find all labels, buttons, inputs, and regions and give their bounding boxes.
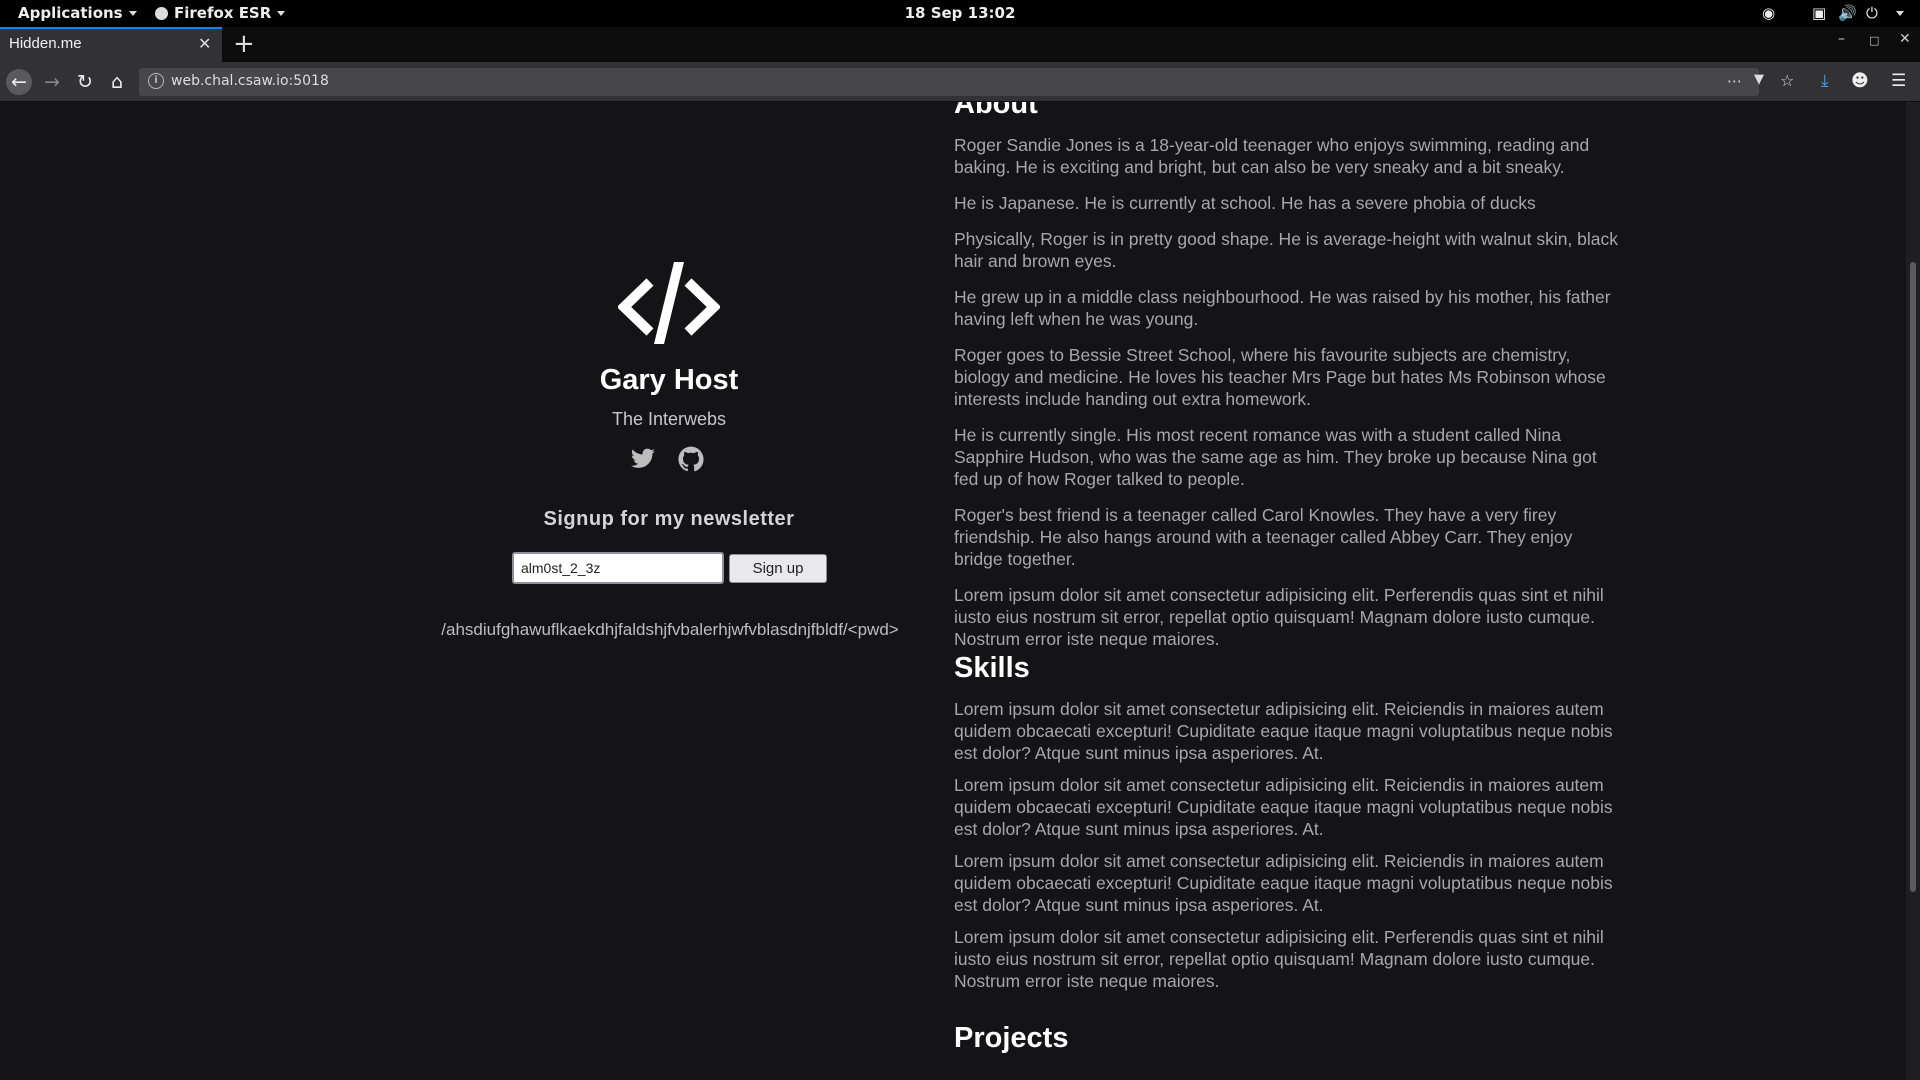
about-paragraph: He is currently single. His most recent …	[954, 425, 1597, 489]
newsletter-heading: Signup for my newsletter	[543, 508, 795, 530]
close-window-icon[interactable]: ✕	[1899, 31, 1911, 47]
twitter-icon[interactable]	[630, 446, 656, 472]
power-icon[interactable]: ⏻	[1866, 0, 1878, 27]
more-actions-icon[interactable]: ⋯	[1727, 72, 1742, 90]
volume-icon[interactable]: 🔊	[1838, 0, 1857, 27]
projects-heading: Projects	[954, 1022, 1069, 1054]
home-button[interactable]: ⌂	[104, 69, 130, 95]
bookmark-star-icon[interactable]: ☆	[1780, 71, 1794, 90]
skills-paragraph: Lorem ipsum dolor sit amet consectetur a…	[954, 927, 1604, 991]
minimize-icon[interactable]: –	[1838, 31, 1845, 47]
skills-paragraph: Lorem ipsum dolor sit amet consectetur a…	[954, 699, 1613, 763]
about-paragraph: Physically, Roger is in pretty good shap…	[954, 229, 1619, 271]
forward-button[interactable]: →	[39, 69, 65, 95]
tab-hidden-me[interactable]: Hidden.me ✕	[0, 27, 222, 62]
navigation-toolbar: ← → ↻ ⌂ i web.chal.csaw.io:5018 ⋯ ▼ ☆ ⤓ …	[0, 62, 1920, 102]
page-content: Gary Host The Interwebs Signup for my ne…	[0, 102, 1906, 1080]
back-button[interactable]: ←	[6, 69, 32, 95]
signup-button[interactable]: Sign up	[729, 554, 827, 583]
about-paragraph: Roger goes to Bessie Street School, wher…	[954, 345, 1606, 409]
color-picker-icon[interactable]: ◉	[1762, 0, 1775, 27]
skills-heading: Skills	[954, 652, 1030, 684]
pocket-icon[interactable]: ▼	[1754, 72, 1764, 87]
account-icon[interactable]: ☻	[1851, 71, 1869, 91]
about-paragraph: Roger Sandie Jones is a 18-year-old teen…	[954, 135, 1590, 177]
about-paragraph: He is Japanese. He is currently at schoo…	[954, 193, 1536, 213]
about-paragraph: He grew up in a middle class neighbourho…	[954, 287, 1611, 329]
newsletter-email-input[interactable]	[512, 552, 724, 584]
menu-icon[interactable]: ☰	[1891, 71, 1906, 91]
downloads-icon[interactable]: ⤓	[1821, 71, 1829, 91]
profile-name: Gary Host	[599, 364, 739, 396]
new-tab-button[interactable]: +	[233, 29, 255, 59]
info-icon[interactable]: i	[148, 73, 164, 89]
about-paragraph: Lorem ipsum dolor sit amet consectetur a…	[954, 585, 1604, 649]
clock[interactable]: 18 Sep 13:02	[0, 0, 1920, 27]
url-text[interactable]: web.chal.csaw.io:5018	[171, 73, 329, 89]
tab-title: Hidden.me	[9, 35, 82, 52]
page-scrollbar[interactable]	[1906, 102, 1920, 1080]
reload-button[interactable]: ↻	[72, 69, 98, 95]
hidden-path-text: /ahsdiufghawuflkaekdhjfaldshjfvbalerhjwf…	[441, 620, 899, 639]
system-top-bar: Applications Firefox ESR 18 Sep 13:02 ◉ …	[0, 0, 1920, 27]
scrollbar-thumb[interactable]	[1910, 262, 1916, 892]
profile-location: The Interwebs	[611, 409, 727, 429]
screen-icon[interactable]: ▣	[1812, 0, 1826, 27]
maximize-icon[interactable]: □	[1869, 34, 1879, 47]
close-icon[interactable]: ✕	[198, 34, 211, 53]
skills-paragraph: Lorem ipsum dolor sit amet consectetur a…	[954, 851, 1613, 915]
skills-paragraph: Lorem ipsum dolor sit amet consectetur a…	[954, 775, 1613, 839]
address-bar[interactable]: i web.chal.csaw.io:5018 ⋯ ▼ ☆	[139, 68, 1794, 96]
about-heading: About	[954, 102, 1038, 120]
chevron-down-icon[interactable]	[1896, 0, 1904, 27]
tab-bar: Hidden.me ✕ + – □ ✕	[0, 27, 1920, 62]
code-logo-icon	[618, 262, 720, 344]
github-icon[interactable]	[678, 446, 704, 472]
social-links	[630, 446, 710, 472]
about-paragraph: Roger's best friend is a teenager called…	[954, 505, 1573, 569]
